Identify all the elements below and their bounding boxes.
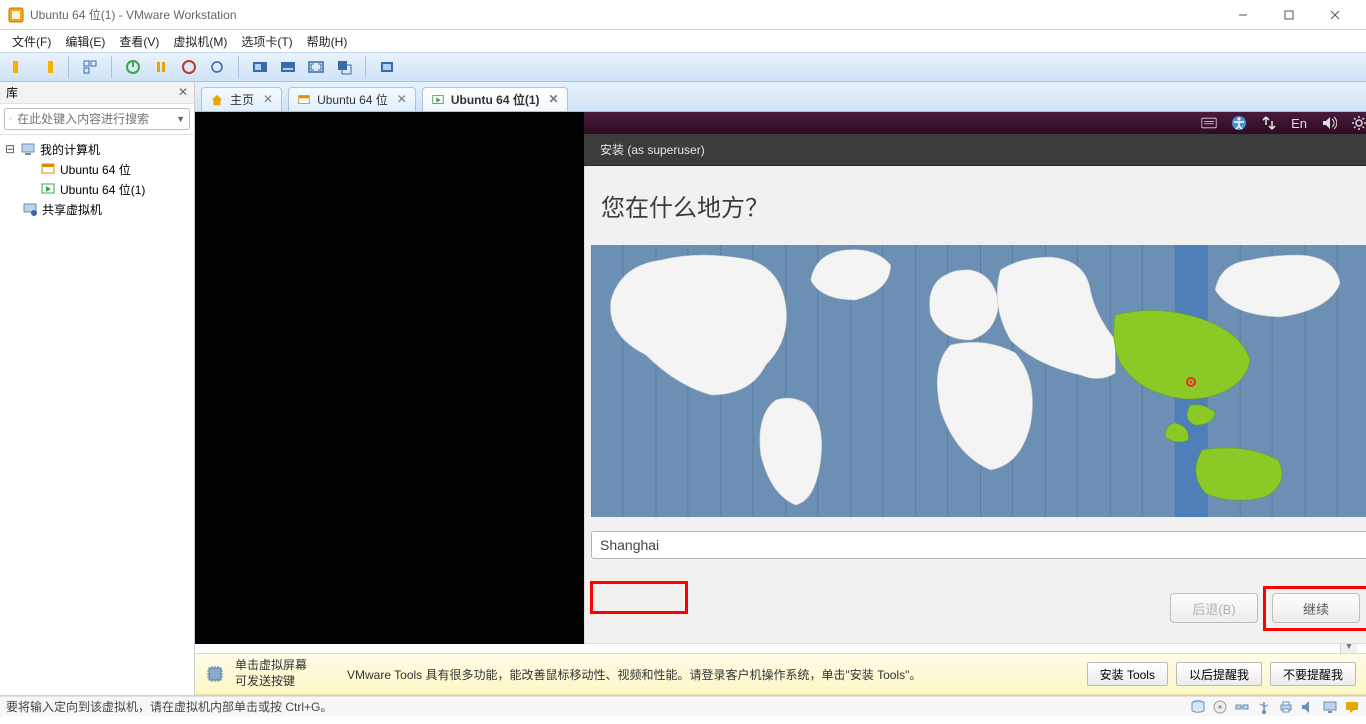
toolbar-suspend[interactable]	[150, 56, 172, 78]
toolbar-roll[interactable]	[376, 56, 398, 78]
maximize-button[interactable]	[1266, 0, 1312, 30]
status-disk-icon[interactable]	[1190, 699, 1206, 715]
search-dropdown-icon[interactable]: ▼	[176, 114, 185, 124]
tools-hint-bar: 单击虚拟屏幕 可发送按键 VMware Tools 具有很多功能，能改善鼠标移动…	[195, 653, 1366, 695]
installer-question: 您在什么地方？	[585, 166, 1366, 245]
status-display-icon[interactable]	[1322, 699, 1338, 715]
remind-later-button[interactable]: 以后提醒我	[1176, 662, 1262, 686]
toolbar-power-off[interactable]	[178, 56, 200, 78]
tree-vm-ubuntu[interactable]: Ubuntu 64 位	[0, 159, 194, 179]
library-search[interactable]: ▼	[4, 108, 190, 130]
vm-icon	[40, 161, 56, 177]
menu-vm[interactable]: 虚拟机(M)	[173, 33, 227, 50]
menu-view[interactable]: 查看(V)	[119, 33, 159, 50]
hint-click-text: 单击虚拟屏幕 可发送按键	[235, 658, 307, 689]
library-close[interactable]: ✕	[178, 85, 188, 100]
window-title: Ubuntu 64 位(1) - VMware Workstation	[30, 6, 237, 23]
library-panel: 库 ✕ ▼ ⊟ 我的计算机 Ubuntu 64 位 Ubuntu 64 位(1)	[0, 82, 195, 695]
toolbar-power-on[interactable]	[122, 56, 144, 78]
chip-icon	[205, 664, 225, 684]
library-search-input[interactable]	[17, 112, 172, 126]
settings-gear-icon[interactable]	[1351, 115, 1366, 131]
never-remind-button[interactable]: 不要提醒我	[1270, 662, 1356, 686]
keyboard-icon[interactable]	[1201, 115, 1217, 131]
vm-tab-icon	[297, 93, 311, 107]
vm-running-tab-icon	[431, 93, 445, 107]
library-tree: ⊟ 我的计算机 Ubuntu 64 位 Ubuntu 64 位(1) 共享虚拟机	[0, 135, 194, 695]
status-net-icon[interactable]	[1234, 699, 1250, 715]
annotation-highlight-timezone	[590, 581, 688, 614]
minimize-button[interactable]	[1220, 0, 1266, 30]
app-icon	[8, 7, 24, 23]
document-tabbar: 主页 ✕ Ubuntu 64 位 ✕ Ubuntu 64 位(1) ✕	[195, 82, 1366, 112]
shared-icon	[22, 201, 38, 217]
sound-icon[interactable]	[1321, 115, 1337, 131]
menu-tabs[interactable]: 选项卡(T)	[241, 33, 292, 50]
status-cd-icon[interactable]	[1212, 699, 1228, 715]
timezone-map[interactable]	[591, 245, 1366, 517]
hint-message: VMware Tools 具有很多功能，能改善鼠标移动性、视频和性能。请登录客户…	[347, 666, 921, 683]
tree-vm-ubuntu-1[interactable]: Ubuntu 64 位(1)	[0, 179, 194, 199]
location-marker	[1186, 377, 1196, 387]
toolbar-thumbnails[interactable]	[79, 56, 101, 78]
tab-ubuntu[interactable]: Ubuntu 64 位 ✕	[288, 87, 416, 111]
tab-ubuntu-close[interactable]: ✕	[397, 92, 407, 107]
toolbar-fullscreen[interactable]	[305, 56, 327, 78]
timezone-input[interactable]	[591, 531, 1366, 559]
back-button[interactable]: 后退(B)	[1170, 593, 1258, 623]
status-sound-icon[interactable]	[1300, 699, 1316, 715]
vm-running-icon	[40, 181, 56, 197]
tab-ubuntu-1-close[interactable]: ✕	[549, 92, 559, 107]
continue-button[interactable]: 继续	[1272, 593, 1360, 623]
accessibility-icon[interactable]	[1231, 115, 1247, 131]
main-toolbar	[0, 52, 1366, 82]
menu-help[interactable]: 帮助(H)	[307, 33, 348, 50]
tab-home[interactable]: 主页 ✕	[201, 87, 282, 111]
library-title: 库	[6, 84, 18, 101]
status-usb-icon[interactable]	[1256, 699, 1272, 715]
tree-shared-vms[interactable]: 共享虚拟机	[0, 199, 194, 219]
status-text: 要将输入定向到该虚拟机，请在虚拟机内部单击或按 Ctrl+G。	[6, 698, 332, 715]
guest-display[interactable]: En 安装 (as superuser) 您在什么地方？	[195, 112, 1340, 644]
close-button[interactable]	[1312, 0, 1358, 30]
tab-home-close[interactable]: ✕	[263, 92, 273, 107]
status-bar: 要将输入定向到该虚拟机，请在虚拟机内部单击或按 Ctrl+G。	[0, 696, 1366, 716]
menu-bar: 文件(F) 编辑(E) 查看(V) 虚拟机(M) 选项卡(T) 帮助(H)	[0, 30, 1366, 52]
status-printer-icon[interactable]	[1278, 699, 1294, 715]
menu-edit[interactable]: 编辑(E)	[65, 33, 105, 50]
home-icon	[210, 93, 224, 107]
installer-titlebar: 安装 (as superuser)	[584, 134, 1366, 166]
input-language[interactable]: En	[1291, 116, 1307, 131]
tab-ubuntu-1[interactable]: Ubuntu 64 位(1) ✕	[422, 87, 568, 111]
installer-body: 您在什么地方？	[584, 166, 1366, 644]
toolbar-library-right[interactable]	[36, 56, 58, 78]
network-icon[interactable]	[1261, 115, 1277, 131]
tree-my-computer[interactable]: ⊟ 我的计算机	[0, 139, 194, 159]
toolbar-unity[interactable]	[333, 56, 355, 78]
toolbar-snapshot[interactable]	[206, 56, 228, 78]
toolbar-library-left[interactable]	[8, 56, 30, 78]
status-message-icon[interactable]	[1344, 699, 1360, 715]
computer-icon	[20, 141, 36, 157]
toolbar-console-1[interactable]	[249, 56, 271, 78]
guest-top-panel: En	[584, 112, 1366, 134]
install-tools-button[interactable]: 安装 Tools	[1087, 662, 1168, 686]
search-icon	[9, 112, 13, 126]
window-titlebar: Ubuntu 64 位(1) - VMware Workstation	[0, 0, 1366, 30]
toolbar-console-2[interactable]	[277, 56, 299, 78]
menu-file[interactable]: 文件(F)	[12, 33, 51, 50]
